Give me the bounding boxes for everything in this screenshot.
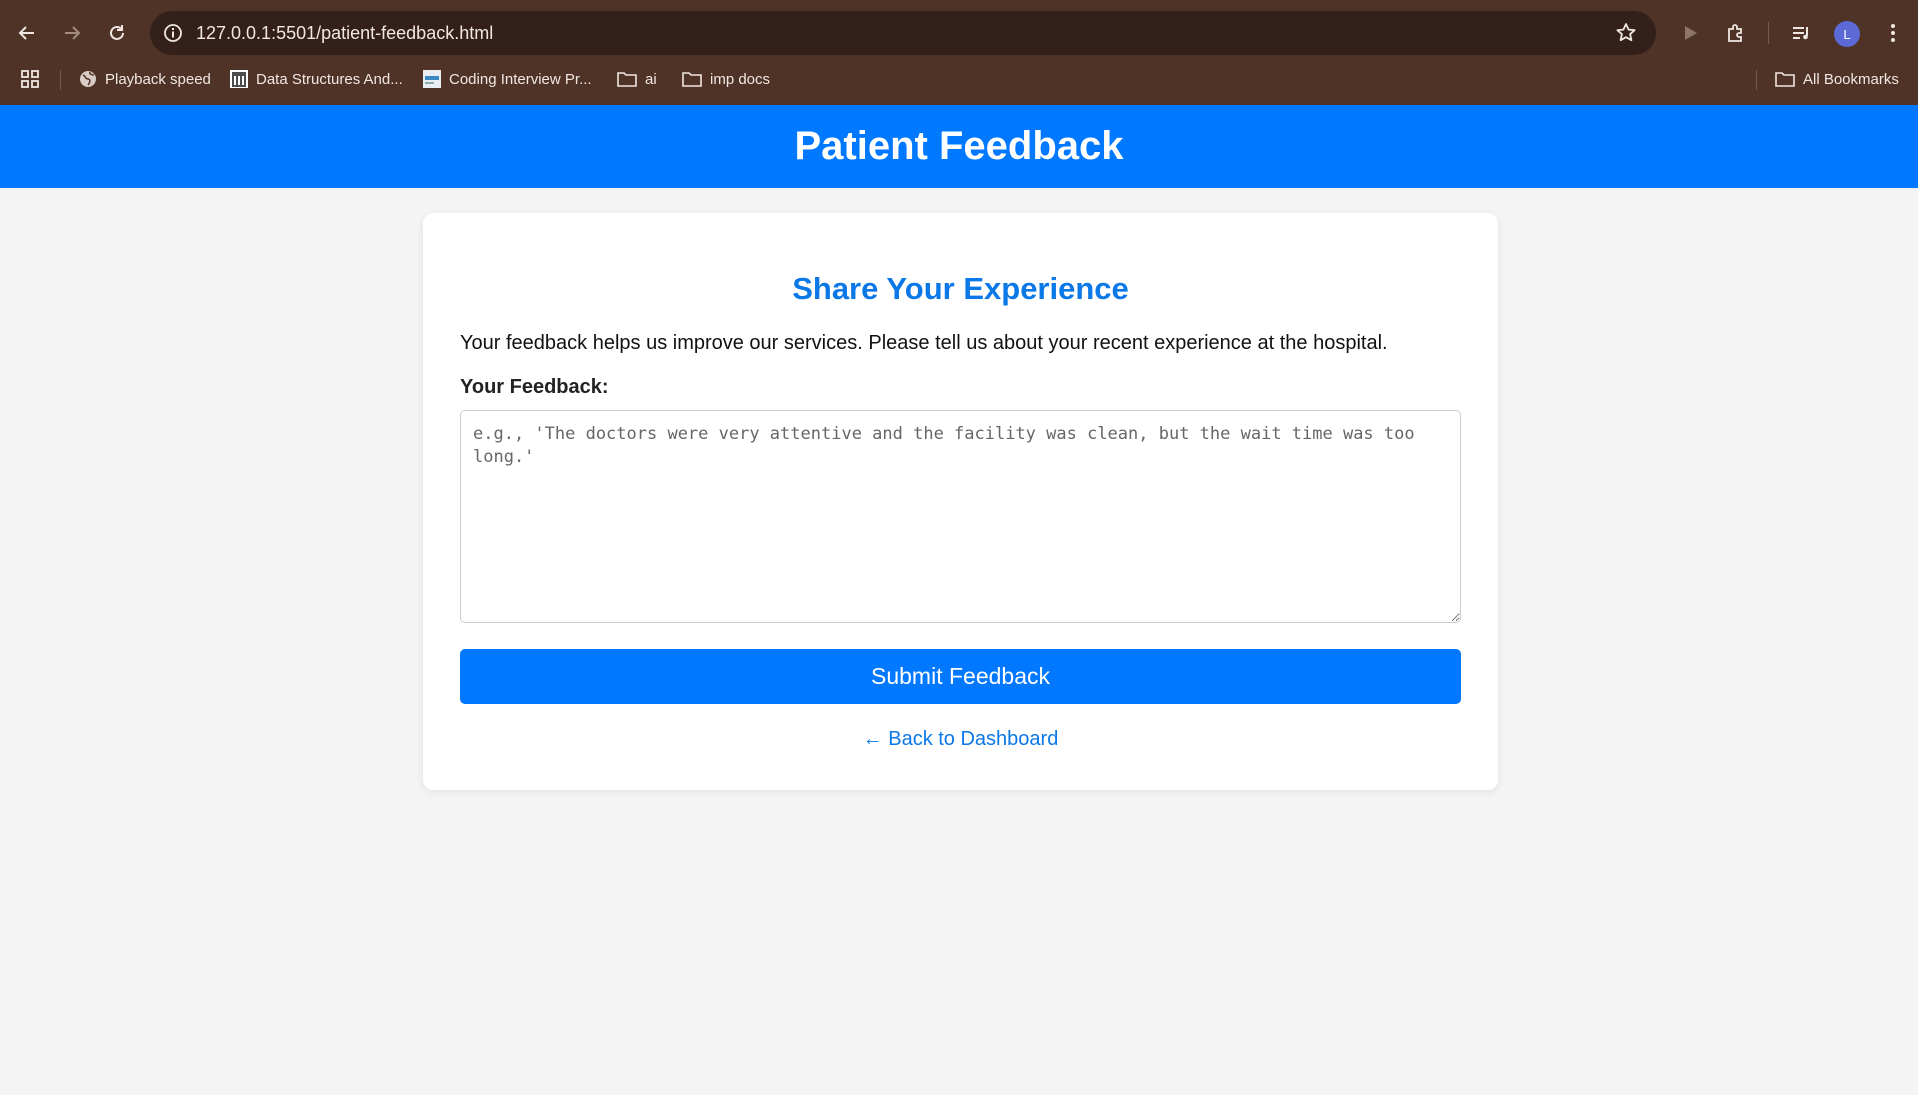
toolbar-divider bbox=[1768, 22, 1769, 44]
kebab-menu-icon[interactable] bbox=[1880, 20, 1906, 46]
bookmark-playback-speed[interactable]: Playback speed bbox=[79, 66, 211, 92]
bookmark-folder-ai[interactable]: ai bbox=[617, 66, 657, 92]
feedback-label: Your Feedback: bbox=[460, 376, 609, 398]
bookmark-coding-interview[interactable]: Coding Interview Pr... bbox=[423, 66, 592, 92]
page-header: Patient Feedback bbox=[0, 105, 1918, 188]
bookmarks-divider bbox=[1756, 70, 1757, 90]
bookmark-label: ai bbox=[645, 70, 657, 88]
submit-feedback-button[interactable]: Submit Feedback bbox=[460, 649, 1461, 704]
all-bookmarks-label: All Bookmarks bbox=[1803, 70, 1899, 88]
building-icon bbox=[230, 70, 248, 88]
back-to-dashboard-link[interactable]: ← Back to Dashboard bbox=[423, 728, 1498, 751]
bookmark-star-icon[interactable] bbox=[1614, 21, 1638, 45]
globe-icon bbox=[80, 71, 96, 87]
all-bookmarks-button[interactable]: All Bookmarks bbox=[1775, 66, 1899, 92]
browser-chrome: 127.0.0.1:5501/patient-feedback.html L P… bbox=[0, 0, 1918, 105]
address-bar[interactable]: 127.0.0.1:5501/patient-feedback.html bbox=[150, 11, 1656, 55]
site-favicon-icon bbox=[423, 70, 441, 88]
bookmarks-bar: Playback speed Data Structures And... Co… bbox=[0, 66, 1918, 104]
card-heading: Share Your Experience bbox=[792, 271, 1129, 306]
folder-icon bbox=[682, 72, 702, 87]
back-arrow-icon bbox=[18, 26, 34, 40]
forward-arrow-icon bbox=[65, 26, 81, 40]
profile-avatar[interactable]: L bbox=[1834, 21, 1860, 47]
feedback-card: Share Your Experience Your feedback help… bbox=[423, 213, 1498, 790]
feedback-textarea[interactable] bbox=[460, 410, 1461, 623]
back-button[interactable] bbox=[11, 17, 43, 49]
bookmark-label: Playback speed bbox=[105, 70, 211, 88]
bookmark-label: Data Structures And... bbox=[256, 70, 403, 88]
bookmark-label: Coding Interview Pr... bbox=[449, 70, 592, 88]
bookmarks-divider bbox=[60, 70, 61, 90]
site-info-icon[interactable] bbox=[162, 22, 184, 44]
forward-button[interactable] bbox=[56, 17, 88, 49]
intro-text: Your feedback helps us improve our servi… bbox=[460, 332, 1388, 354]
media-queue-icon[interactable] bbox=[1788, 20, 1814, 46]
page-title: Patient Feedback bbox=[794, 124, 1124, 168]
folder-icon bbox=[617, 72, 637, 87]
url-text[interactable]: 127.0.0.1:5501/patient-feedback.html bbox=[196, 23, 493, 44]
reload-icon bbox=[110, 25, 124, 40]
folder-icon bbox=[1775, 72, 1795, 87]
reload-button[interactable] bbox=[101, 17, 133, 49]
apps-grid-icon[interactable] bbox=[20, 66, 40, 92]
bookmark-data-structures[interactable]: Data Structures And... bbox=[230, 66, 403, 92]
browser-toolbar: 127.0.0.1:5501/patient-feedback.html L bbox=[0, 0, 1918, 66]
extensions-puzzle-icon[interactable] bbox=[1723, 20, 1749, 46]
bookmark-folder-imp-docs[interactable]: imp docs bbox=[682, 66, 770, 92]
bookmark-label: imp docs bbox=[710, 70, 771, 88]
media-play-icon[interactable] bbox=[1677, 20, 1703, 46]
